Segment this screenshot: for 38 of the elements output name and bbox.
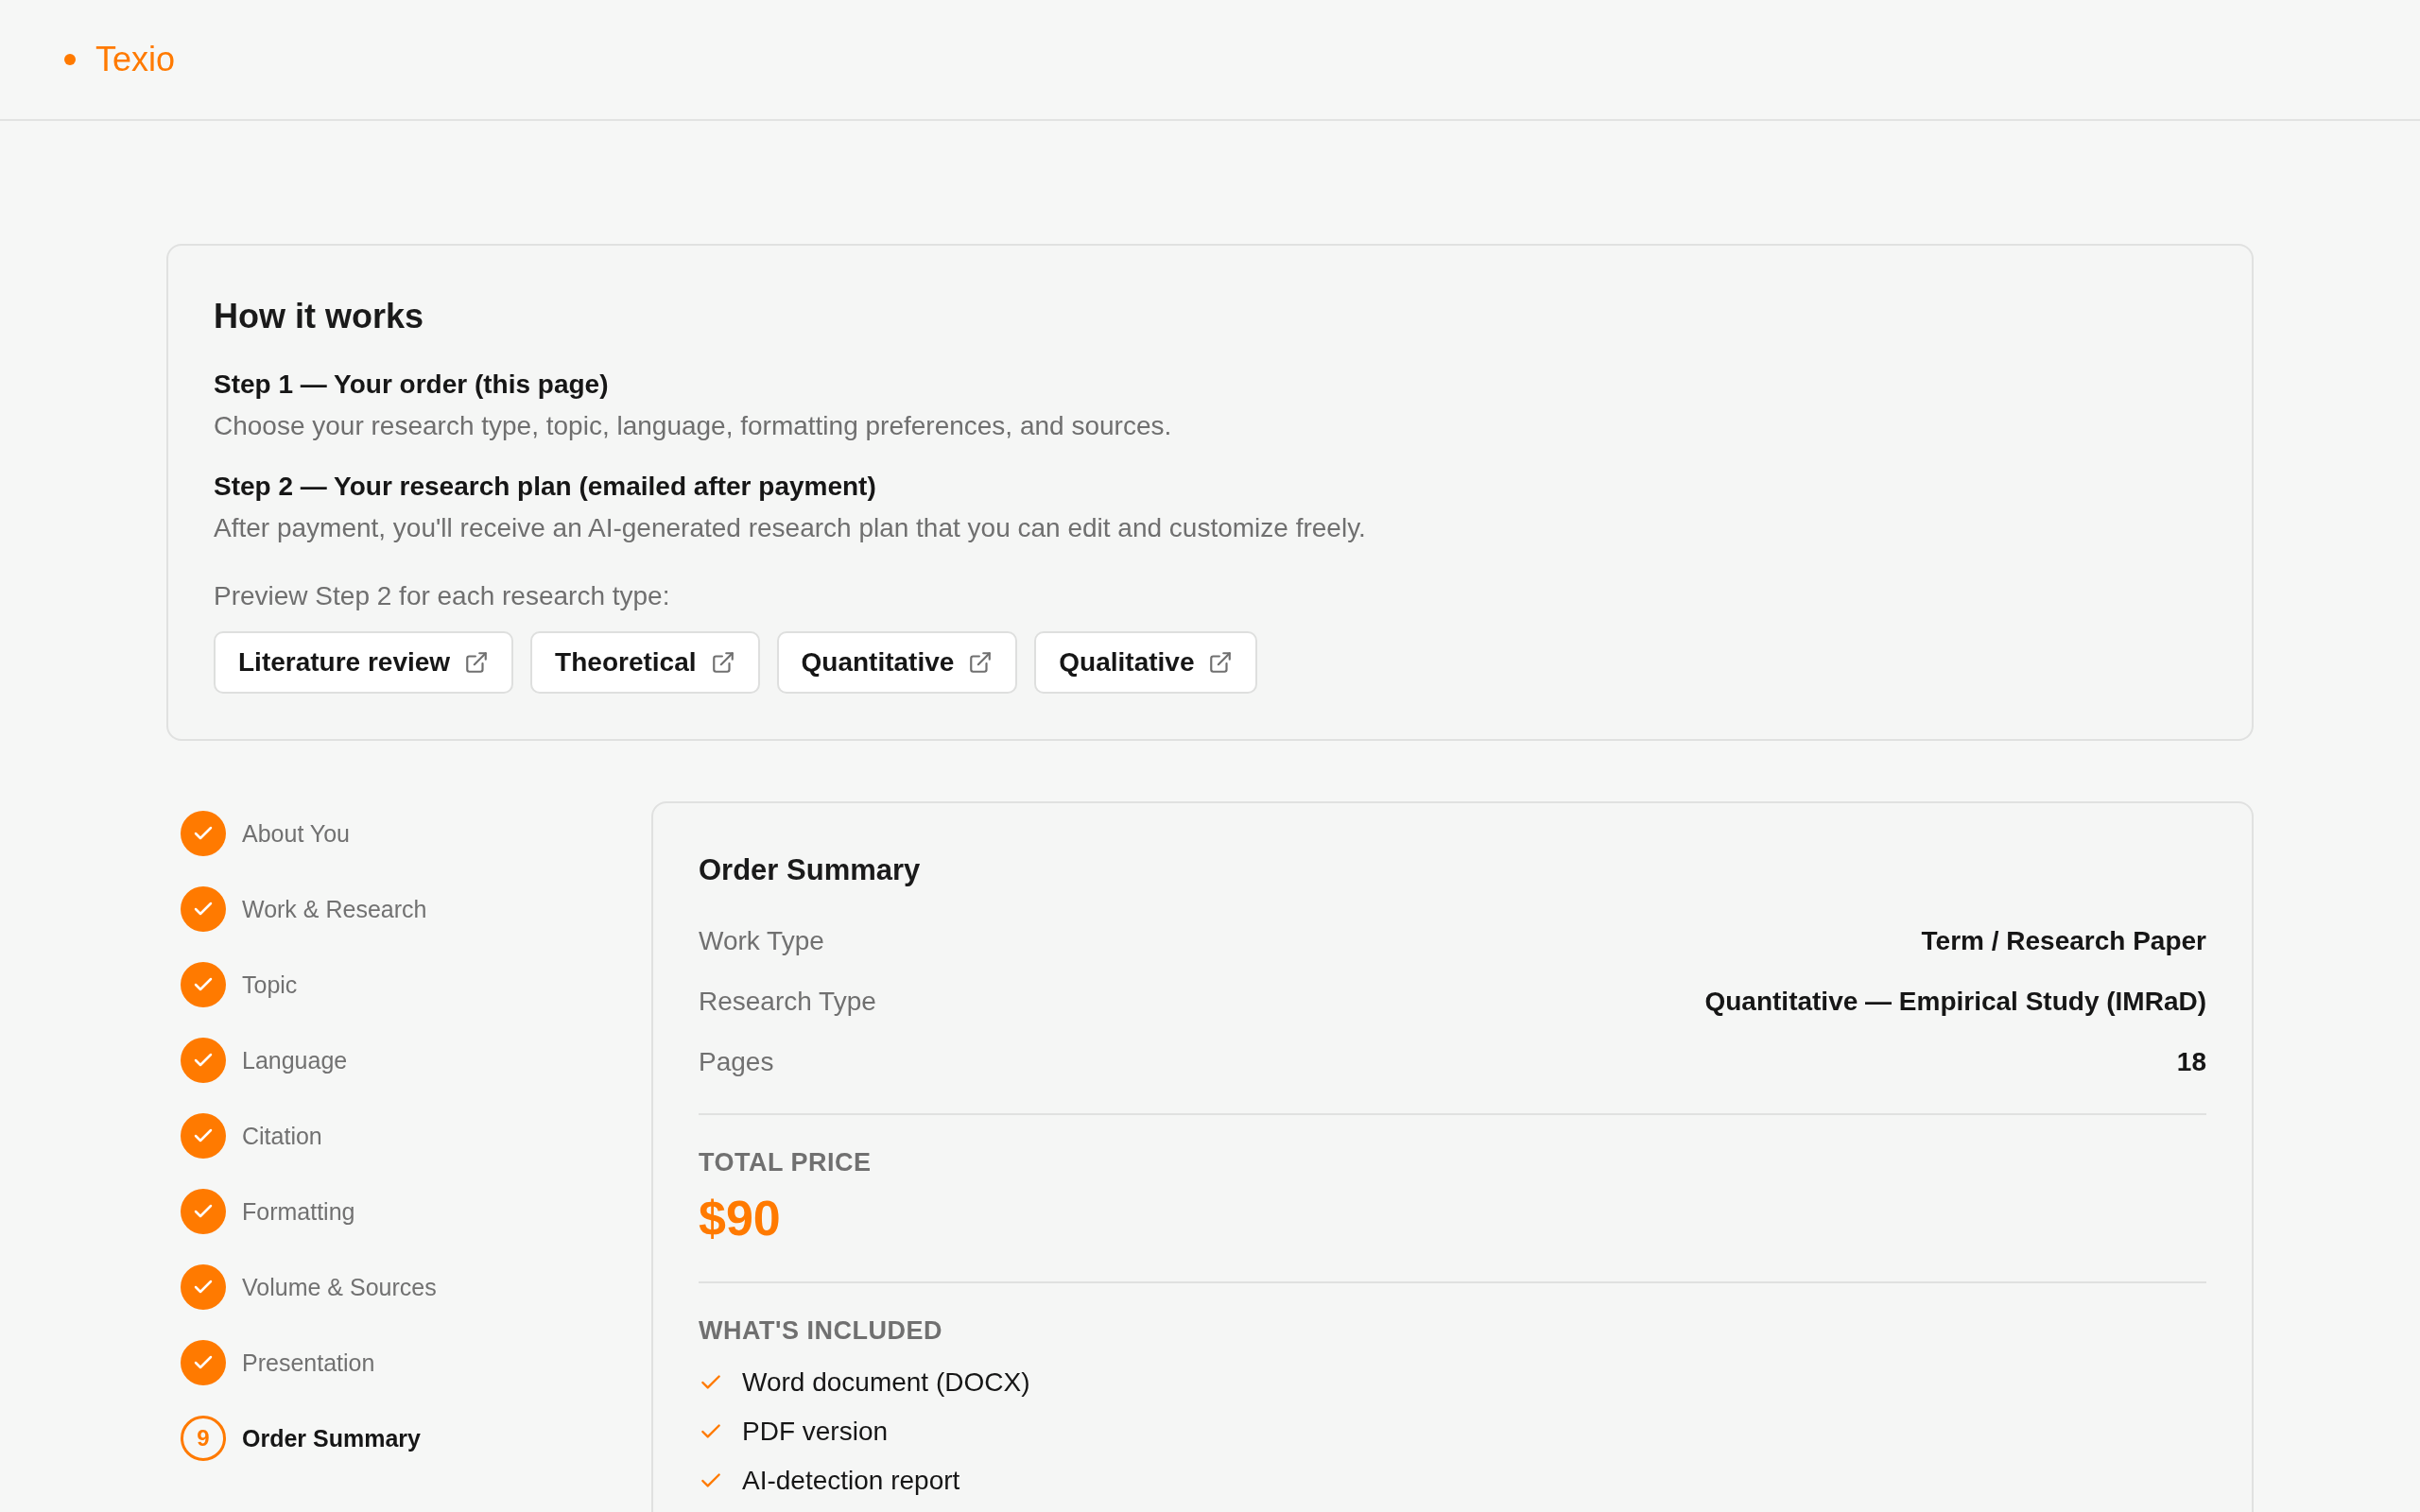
included-item: AI-detection report [742,1465,960,1497]
included-item: PDF version [742,1416,889,1448]
external-link-icon [968,650,994,675]
external-link-icon [1208,650,1234,675]
preview-link-button[interactable]: Quantitative [776,631,1018,694]
preview-label: Preview Step 2 for each research type: [214,580,671,612]
detail-label: Research Type [699,986,876,1018]
included-item: Word document (DOCX) [742,1366,1030,1399]
step-nav-link[interactable]: Formatting [242,1196,355,1227]
step-number: 9 [181,1416,226,1461]
step-nav-link[interactable]: Presentation [242,1348,375,1378]
step-nav-link[interactable]: Language [242,1045,348,1075]
step-nav-link[interactable]: Order Summary [242,1423,421,1453]
total-price: $90 [699,1192,782,1245]
step-nav-link[interactable]: Topic [242,970,298,1000]
detail-value: Quantitative — Empirical Study (IMRaD) [1704,986,2206,1018]
step-description: Choose your research type, topic, language, formatting preferences, and sources. [214,410,1173,442]
card-title: How it works [214,296,425,337]
step-title: Step 2 — Your research plan (emailed after payment) [214,471,877,503]
step-nav-link[interactable]: About You [242,818,350,849]
logo-text[interactable]: Texio [95,39,176,80]
step-title: Step 1 — Your order (this page) [214,369,610,401]
detail-value: Term / Research Paper [1921,925,2206,957]
total-price-label: TOTAL PRICE [699,1147,873,1178]
preview-link-button[interactable]: Literature review [214,631,514,694]
step-nav-link[interactable]: Volume & Sources [242,1272,437,1302]
step-description: After payment, you'll receive an AI-generated research plan that you can edit and customize freely. [214,512,1367,544]
external-link-icon [710,650,735,675]
detail-value: 18 [2176,1046,2206,1078]
detail-label: Pages [699,1046,774,1078]
panel-title: Order Summary [699,852,922,888]
external-link-icon [464,650,490,675]
included-label: WHAT'S INCLUDED [699,1315,943,1347]
step-nav-link[interactable]: Citation [242,1121,322,1151]
detail-label: Work Type [699,925,824,957]
preview-link-button[interactable]: Theoretical [530,631,760,694]
step-nav-link[interactable]: Work & Research [242,894,427,924]
preview-link-button[interactable]: Qualitative [1034,631,1258,694]
